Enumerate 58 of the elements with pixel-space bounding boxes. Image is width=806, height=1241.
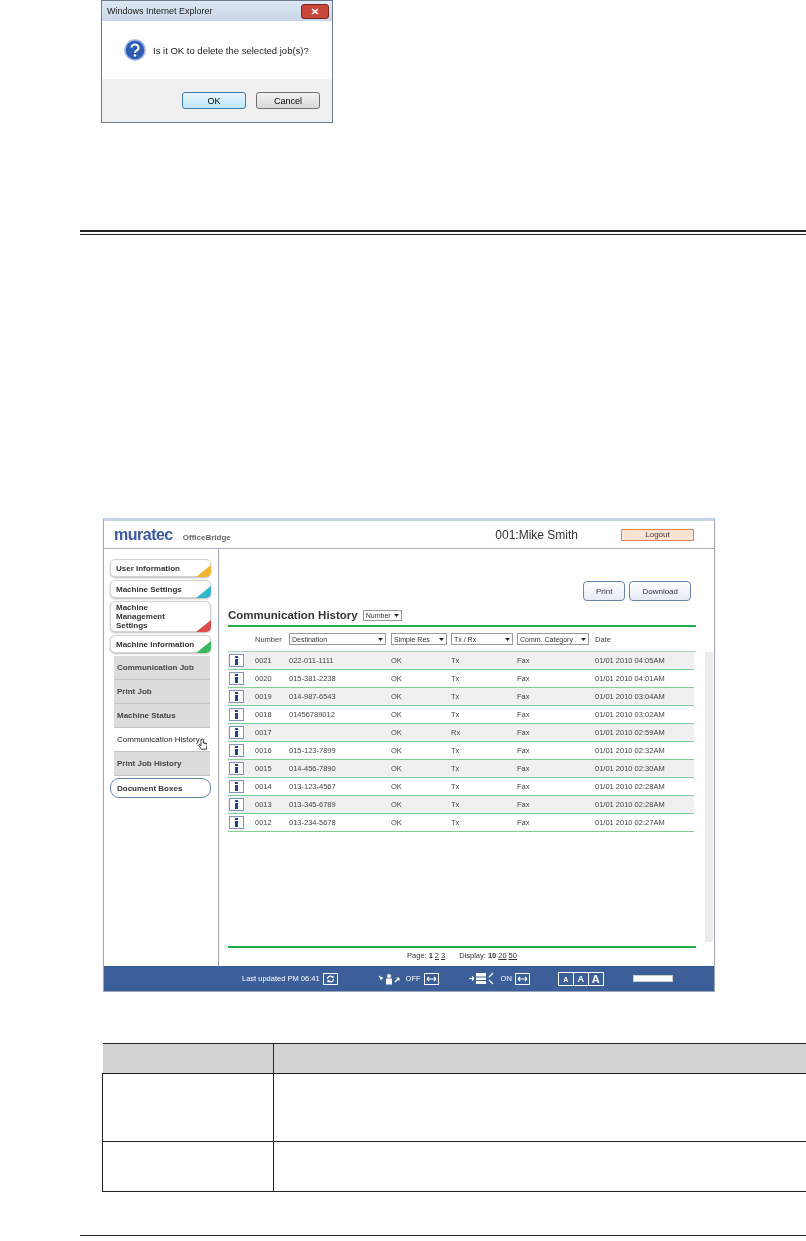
fax-arrows-icon [468,972,495,985]
info-button[interactable] [229,654,244,667]
toggle-icon [516,974,528,983]
caret-icon [439,637,444,641]
toggle-button[interactable] [514,972,530,985]
font-size-button[interactable]: A [573,972,589,985]
info-icon [235,782,238,791]
person-arrows-icon [377,972,400,985]
info-button[interactable] [229,780,244,793]
caret-icon [505,637,510,641]
toggle-icon [425,974,437,983]
info-icon [235,674,238,683]
dialog-message: Is it OK to delete the selected job(s)? [153,44,309,56]
cancel-button[interactable]: Cancel [256,92,320,109]
window-title: Windows Internet Explorer [107,6,213,16]
hand-cursor-icon [198,738,207,750]
product-name: OfficeBridge [182,532,231,542]
info-button[interactable] [229,672,244,685]
info-button[interactable] [229,708,244,721]
sidebar-item[interactable]: Communication Job [114,656,210,680]
info-icon [235,746,238,755]
ok-button[interactable]: OK [182,92,246,109]
sidebar-tab[interactable]: Machine Settings [110,580,211,598]
download-button[interactable]: Download [629,581,691,601]
info-button[interactable] [229,690,244,703]
font-size-button[interactable]: A [588,972,603,985]
info-icon [235,710,238,719]
info-button[interactable] [229,798,244,811]
info-icon [235,728,238,737]
caret-icon [393,613,399,617]
caret-icon [581,637,586,641]
refresh-icon [324,974,336,983]
sidebar-tab[interactable]: Machine Information [110,635,211,653]
caret-icon [378,637,383,641]
user-name: 001:Mike Smith [495,527,578,542]
brand-logo: muratec [114,525,173,544]
sidebar-item[interactable]: Machine Status [114,704,210,728]
info-button[interactable] [229,816,244,829]
sidebar-item[interactable]: Print Job [114,680,210,704]
info-button[interactable] [229,762,244,775]
info-icon [235,818,238,827]
page-title: Communication History [228,609,358,621]
print-button[interactable]: Print [582,581,626,601]
info-icon [235,692,238,701]
question-icon [124,39,146,61]
toggle-button[interactable] [423,972,439,985]
close-icon [311,7,319,15]
info-button[interactable] [229,726,244,739]
info-button[interactable] [229,744,244,757]
sidebar-item[interactable]: Print Job History [114,752,210,776]
info-icon [235,764,238,773]
refresh-button[interactable] [322,972,338,985]
sidebar-tab[interactable]: User Information [110,559,211,577]
close-button[interactable] [301,3,329,19]
logout-button[interactable]: Logout [621,528,694,541]
sidebar-tab[interactable]: Machine Management Settings [110,601,211,632]
info-icon [235,800,238,809]
info-icon [235,656,238,665]
